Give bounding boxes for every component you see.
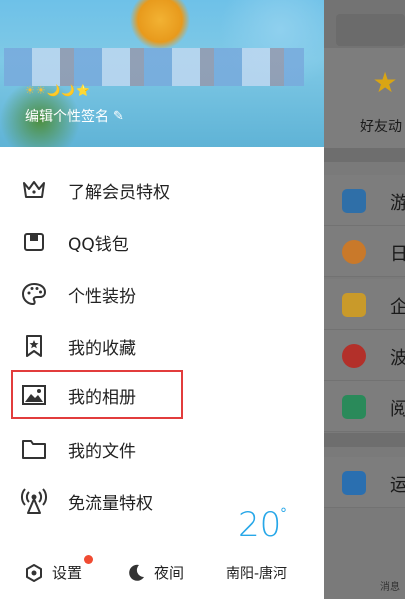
settings-hexagon-icon xyxy=(26,563,42,582)
weather-temperature[interactable]: 20 xyxy=(238,505,281,545)
menu-label: 我的收藏 xyxy=(68,338,136,359)
menu-item-vip[interactable]: 了解会员特权 xyxy=(20,175,170,205)
menu-item-free-data[interactable]: 免流量特权 xyxy=(20,486,153,516)
menu-label: 了解会员特权 xyxy=(68,182,170,203)
message-tab-label[interactable]: 消息 xyxy=(380,578,400,593)
menu-item-wallet[interactable]: QQ钱包 xyxy=(20,227,129,257)
menu-item-favorites[interactable]: 我的收藏 xyxy=(20,331,136,361)
palette-icon xyxy=(20,280,48,308)
settings-button[interactable]: 设置 xyxy=(24,562,82,583)
friend-feed-label: 好友动 xyxy=(360,119,402,135)
row-text: 运 xyxy=(390,475,405,496)
blurred-nickname xyxy=(4,48,304,86)
moon-icon xyxy=(129,564,144,581)
row-text: 日 xyxy=(390,244,405,265)
degree-symbol: ° xyxy=(280,506,287,522)
background-row: 游 xyxy=(324,175,405,226)
background-row: 运 xyxy=(324,457,405,508)
read-icon xyxy=(342,395,366,419)
background-search xyxy=(336,14,405,46)
background-row: 企 xyxy=(324,279,405,330)
night-label: 夜间 xyxy=(154,564,185,582)
pencil-icon: ✎ xyxy=(113,108,124,124)
divider xyxy=(324,433,405,447)
row-text: 企 xyxy=(390,297,405,318)
settings-label: 设置 xyxy=(52,564,83,582)
row-text: 阅 xyxy=(390,399,405,420)
edit-signature[interactable]: 编辑个性签名 ✎ xyxy=(25,106,124,126)
menu-item-files[interactable]: 我的文件 xyxy=(20,434,136,464)
notification-dot xyxy=(84,555,93,564)
background-page[interactable]: ★ 好友动 游 日 企 波 阅 运 xyxy=(324,0,405,599)
game-icon xyxy=(342,189,366,213)
signal-tower-icon xyxy=(20,487,48,515)
crown-icon xyxy=(20,176,48,204)
menu-label: 个性装扮 xyxy=(68,286,136,307)
row-text: 波 xyxy=(390,348,405,369)
menu-label: 免流量特权 xyxy=(68,493,153,514)
enterprise-icon xyxy=(342,293,366,317)
star-z-icon: ★ xyxy=(372,66,398,99)
highlight-box xyxy=(11,370,183,419)
wave-icon xyxy=(342,344,366,368)
row-text: 游 xyxy=(390,193,405,214)
wallet-icon xyxy=(20,228,48,256)
divider xyxy=(324,148,405,162)
level-badges: ☀☀🌙🌙⭐ xyxy=(25,84,91,97)
side-drawer: ☀☀🌙🌙⭐ 编辑个性签名 ✎ 了解会员特权 QQ钱包 个性装扮 我的收藏 我的相… xyxy=(0,0,324,599)
weather-city[interactable]: 南阳-唐河 xyxy=(226,563,287,583)
menu-item-dressup[interactable]: 个性装扮 xyxy=(20,279,136,309)
daily-icon xyxy=(342,240,366,264)
background-row: 日 xyxy=(324,226,405,277)
menu-label: 我的文件 xyxy=(68,441,136,462)
background-row: 阅 xyxy=(324,381,405,432)
night-mode-button[interactable]: 夜间 xyxy=(126,562,184,583)
folder-icon xyxy=(20,435,48,463)
signature-label: 编辑个性签名 xyxy=(25,109,109,125)
bookmark-star-icon xyxy=(20,332,48,360)
menu-label: QQ钱包 xyxy=(68,234,129,255)
sport-icon xyxy=(342,471,366,495)
profile-header[interactable]: ☀☀🌙🌙⭐ 编辑个性签名 ✎ xyxy=(0,0,324,147)
background-row: 波 xyxy=(324,330,405,381)
